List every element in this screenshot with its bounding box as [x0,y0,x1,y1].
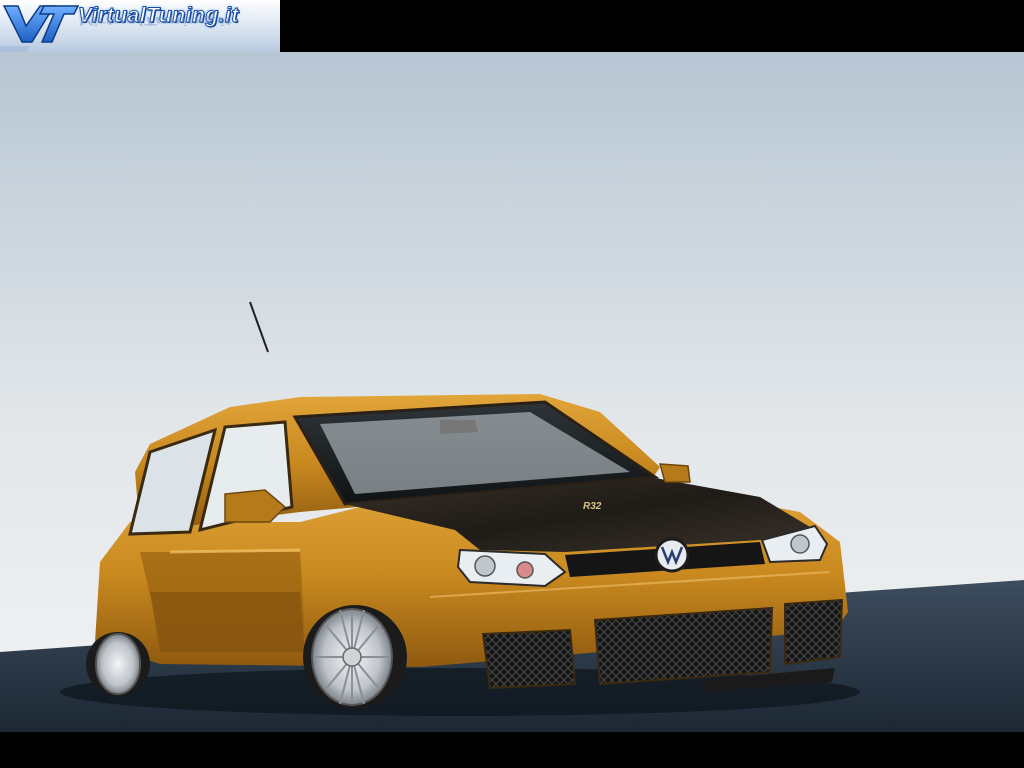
bottom-letterbox-bar [0,732,1024,768]
site-name-reflection: VirtualTuning.it [78,14,231,27]
site-logo-banner: VirtualTuning.it VirtualTuning.it [0,0,280,52]
r32-badge: R32 [583,501,602,512]
car-photo: R32 [0,52,1024,732]
vt-logo-icon [0,5,80,52]
car-scene [0,52,1024,732]
